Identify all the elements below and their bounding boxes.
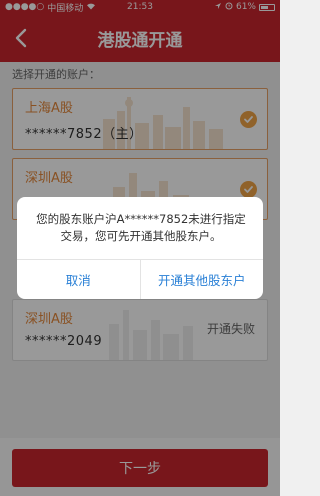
alert-dialog: 您的股东账户沪A******7852未进行指定交易，您可先开通其他股东户。 取消… <box>17 197 263 299</box>
open-other-accounts-button[interactable]: 开通其他股东户 <box>139 260 264 299</box>
dialog-message: 您的股东账户沪A******7852未进行指定交易，您可先开通其他股东户。 <box>36 212 246 243</box>
cancel-button[interactable]: 取消 <box>17 260 140 299</box>
dialog-buttons: 取消 开通其他股东户 <box>17 259 263 299</box>
